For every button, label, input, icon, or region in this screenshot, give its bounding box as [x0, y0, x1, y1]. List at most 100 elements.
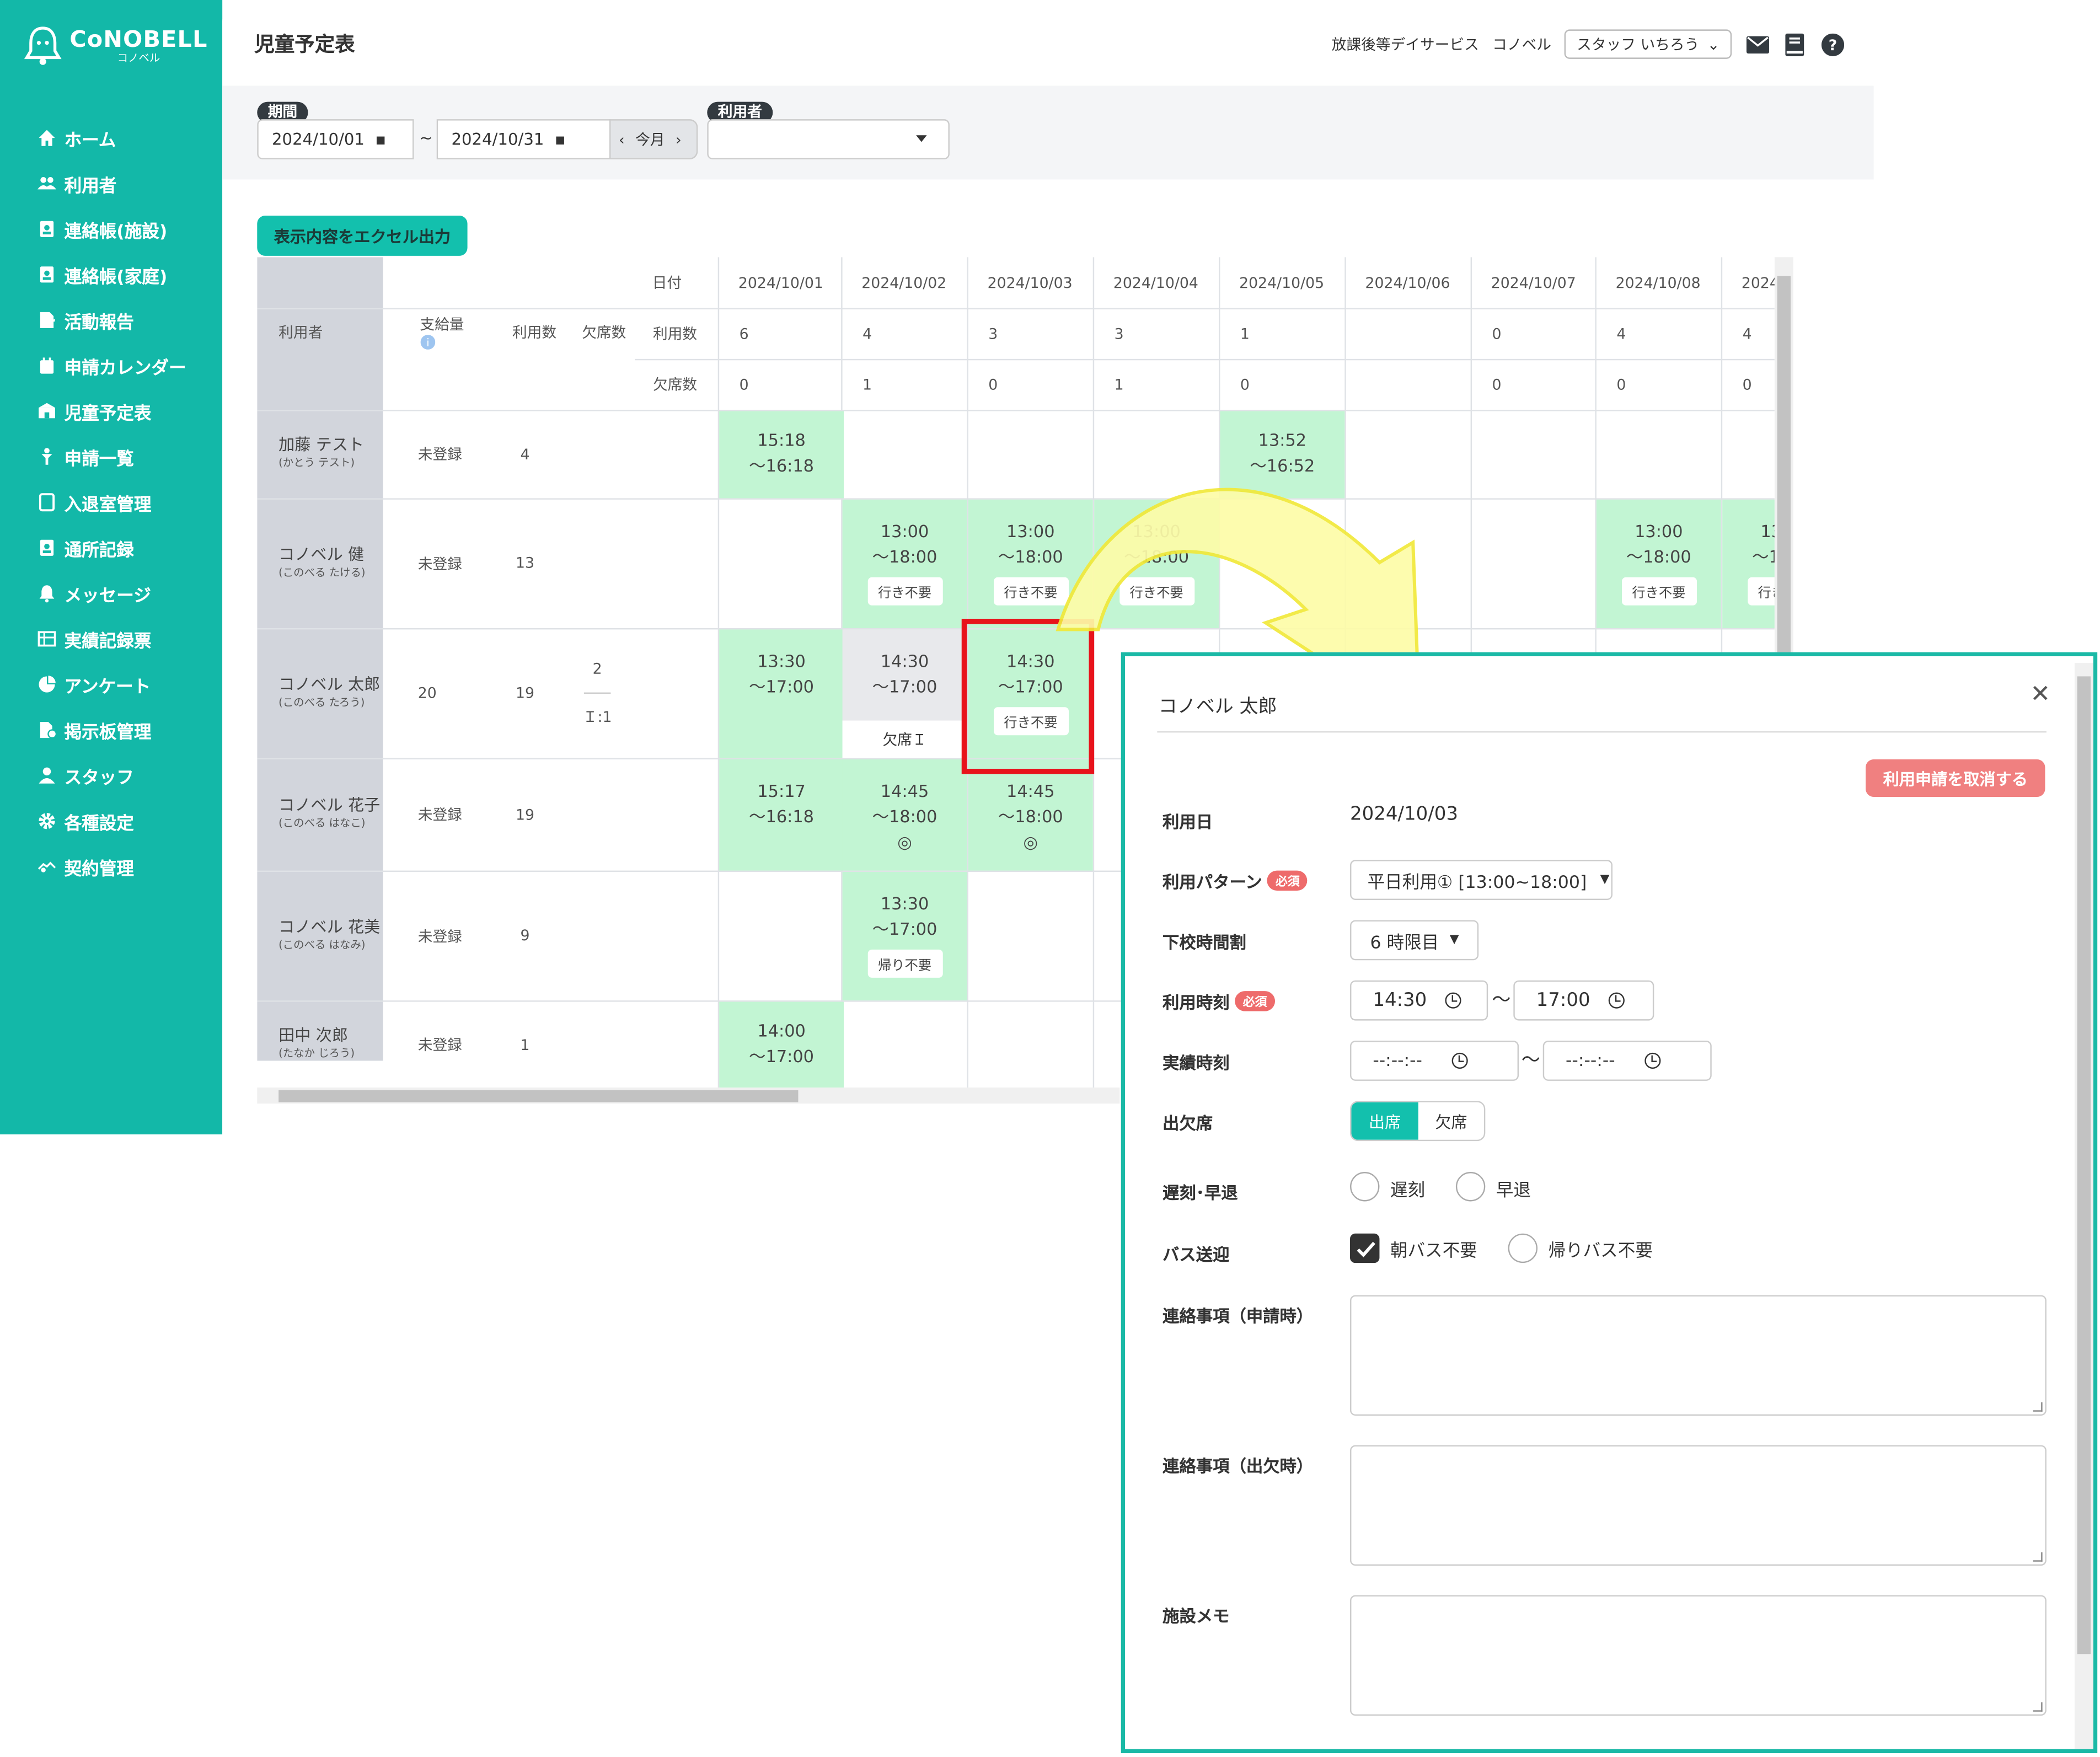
sidebar-item-survey[interactable]: アンケート	[38, 662, 186, 708]
user-name[interactable]: コノベル 健	[278, 542, 365, 564]
actual-start-time-input[interactable]: --:--:--	[1350, 1041, 1519, 1081]
sidebar-item-bulletin[interactable]: 掲示板管理	[38, 707, 186, 753]
label-text: 利用時刻	[1162, 992, 1230, 1013]
usage-start-time-input[interactable]: 14:30	[1350, 980, 1488, 1021]
usage-count: 0	[1492, 324, 1502, 342]
user-name[interactable]: 田中 次郎	[278, 1023, 355, 1046]
user-name[interactable]: コノベル 花子	[278, 793, 380, 816]
this-month-button[interactable]: 今月	[635, 128, 665, 150]
schedule-cell[interactable]: 13:00 ～18:00 行き不要	[1722, 499, 1775, 629]
start-date-input[interactable]: 2024/10/01 ▪	[257, 119, 414, 160]
absent-option[interactable]: 欠席	[1418, 1102, 1484, 1140]
transport-tag: 帰り不要	[867, 949, 942, 978]
sidebar-item-message[interactable]: メッセージ	[38, 571, 186, 617]
return-bus-checkbox[interactable]	[1508, 1233, 1538, 1263]
resize-handle-icon[interactable]	[2033, 1702, 2043, 1712]
vertical-scrollbar[interactable]	[1774, 257, 1793, 659]
school-period-select[interactable]: 6 時限目 ▼	[1350, 920, 1479, 961]
transport-tag: 行き不要	[1747, 577, 1775, 606]
late-checkbox[interactable]	[1350, 1172, 1380, 1202]
logo[interactable]: CoNOBELL コノベル	[24, 24, 208, 67]
user-name-block[interactable]: コノベル 太郎 (このべる たろう)	[278, 672, 380, 709]
user-select[interactable]	[707, 119, 950, 160]
user-name-block[interactable]: 田中 次郎 (たなか じろう)	[278, 1023, 355, 1060]
note-apply-textarea[interactable]	[1350, 1295, 2047, 1416]
sidebar-item-label: 通所記録	[64, 540, 134, 561]
early-leave-checkbox[interactable]	[1455, 1172, 1486, 1202]
start-date-value: 2024/10/01	[272, 130, 365, 149]
note-attend-textarea[interactable]	[1350, 1445, 2047, 1566]
user-name-block[interactable]: 加藤 テスト (かとう テスト)	[278, 432, 364, 470]
help-icon[interactable]: ?	[1820, 32, 1844, 56]
next-month-icon[interactable]: ›	[676, 131, 682, 148]
user-kana: (このべる はなみ)	[278, 938, 366, 951]
schedule-cell[interactable]: 13:00 ～18:00 行き不要	[842, 499, 967, 629]
sidebar-item-request-list[interactable]: 申請一覧	[38, 434, 186, 480]
user-name-block[interactable]: コノベル 花美 (このべる はなみ)	[278, 914, 380, 952]
morning-bus-checkbox[interactable]	[1350, 1233, 1380, 1263]
sidebar-item-child-schedule[interactable]: 児童予定表	[38, 388, 186, 434]
sidebar-item-attendance-record[interactable]: 通所記録	[38, 525, 186, 571]
schedule-cell[interactable]: 13:30 ～17:00	[719, 629, 844, 758]
user-name[interactable]: 加藤 テスト	[278, 432, 364, 455]
schedule-time: 15:18 ～16:18	[749, 427, 814, 478]
resize-handle-icon[interactable]	[2033, 1552, 2043, 1562]
schedule-cell[interactable]: 14:00 ～17:00	[719, 1001, 844, 1088]
close-icon[interactable]: ✕	[2031, 681, 2051, 709]
sidebar-item-activity-report[interactable]: 活動報告	[38, 297, 186, 343]
end-time: ～16:18	[749, 455, 815, 476]
info-icon[interactable]: i	[418, 332, 437, 351]
excel-export-button[interactable]: 表示内容をエクセル出力	[257, 216, 468, 256]
grid-line	[257, 308, 1775, 310]
manual-book-icon[interactable]	[1782, 32, 1807, 56]
schedule-cell[interactable]: 14:45 ～18:00 ◎	[842, 759, 967, 871]
horizontal-scrollbar[interactable]	[257, 1088, 1120, 1104]
schedule-cell[interactable]: 13:00 ～18:00 行き不要	[1596, 499, 1721, 629]
end-time: ～18:00	[872, 546, 938, 567]
usage-pattern-select[interactable]: 平日利用① [13:00~18:00] ▼	[1350, 860, 1613, 901]
school-period-label: 下校時間割	[1162, 928, 1246, 954]
sidebar-item-home[interactable]: ホーム	[38, 115, 186, 161]
sidebar-item-entry-exit[interactable]: 入退室管理	[38, 479, 186, 525]
prev-month-icon[interactable]: ‹	[619, 131, 625, 148]
cancel-request-button[interactable]: 利用申請を取消する	[1866, 759, 2045, 797]
scroll-thumb[interactable]	[1777, 276, 1791, 659]
sidebar-item-contact-home[interactable]: 連絡帳(家庭)	[38, 252, 186, 298]
user-name[interactable]: コノベル 花美	[278, 914, 380, 937]
sidebar-item-contact-facility[interactable]: 連絡帳(施設)	[38, 206, 186, 252]
staff-icon	[38, 766, 56, 785]
schedule-cell[interactable]: 13:30 ～17:00 帰り不要	[842, 872, 967, 1001]
sidebar-item-request-calendar[interactable]: 申請カレンダー	[38, 343, 186, 389]
sidebar-item-staff[interactable]: スタッフ	[38, 753, 186, 799]
end-date-input[interactable]: 2024/10/31 ▪	[436, 119, 611, 160]
actual-end-time-input[interactable]: --:--:--	[1542, 1041, 1712, 1081]
sidebar-item-settings[interactable]: 各種設定	[38, 798, 186, 844]
attend-option[interactable]: 出席	[1351, 1102, 1418, 1140]
schedule-time: 15:17 ～16:18	[749, 778, 814, 829]
schedule-cell[interactable]: 14:30 ～17:00 欠席Ｉ	[842, 629, 967, 758]
user-name[interactable]: コノベル 太郎	[278, 672, 380, 694]
check-icon	[1357, 1241, 1375, 1257]
month-navigator: ‹ 今月 ›	[609, 119, 698, 160]
usage-end-time-input[interactable]: 17:00	[1513, 980, 1654, 1021]
sidebar-item-contract[interactable]: 契約管理	[38, 844, 186, 890]
sidebar-item-performance-sheet[interactable]: 実績記録票	[38, 616, 186, 662]
sidebar-nav: ホーム 利用者 連絡帳(施設) 連絡帳(家庭) 活動報告 申請カレンダー 児童予…	[38, 115, 186, 890]
resize-handle-icon[interactable]	[2033, 1402, 2043, 1412]
staff-dropdown[interactable]: スタッフ いちろう ⌄	[1565, 29, 1732, 59]
schedule-cell[interactable]: 15:17 ～16:18	[719, 759, 844, 871]
scroll-thumb[interactable]	[2077, 676, 2091, 1654]
end-date-value: 2024/10/31	[451, 130, 544, 149]
schedule-cell[interactable]: 14:45 ～18:00 ◎	[968, 759, 1093, 871]
facility-memo-textarea[interactable]	[1350, 1595, 2047, 1716]
start-time: 13:30	[880, 893, 929, 914]
user-name-block[interactable]: コノベル 健 (このべる たける)	[278, 542, 365, 579]
usage-value: 9	[520, 926, 530, 945]
date-header: 2024/10/09	[1741, 274, 1775, 292]
scroll-thumb[interactable]	[278, 1090, 799, 1102]
schedule-cell[interactable]: 15:18 ～16:18	[719, 411, 844, 499]
modal-scrollbar[interactable]	[2074, 663, 2093, 1749]
user-name-block[interactable]: コノベル 花子 (このべる はなこ)	[278, 793, 380, 831]
mail-icon[interactable]	[1745, 32, 1769, 56]
sidebar-item-users[interactable]: 利用者	[38, 160, 186, 206]
